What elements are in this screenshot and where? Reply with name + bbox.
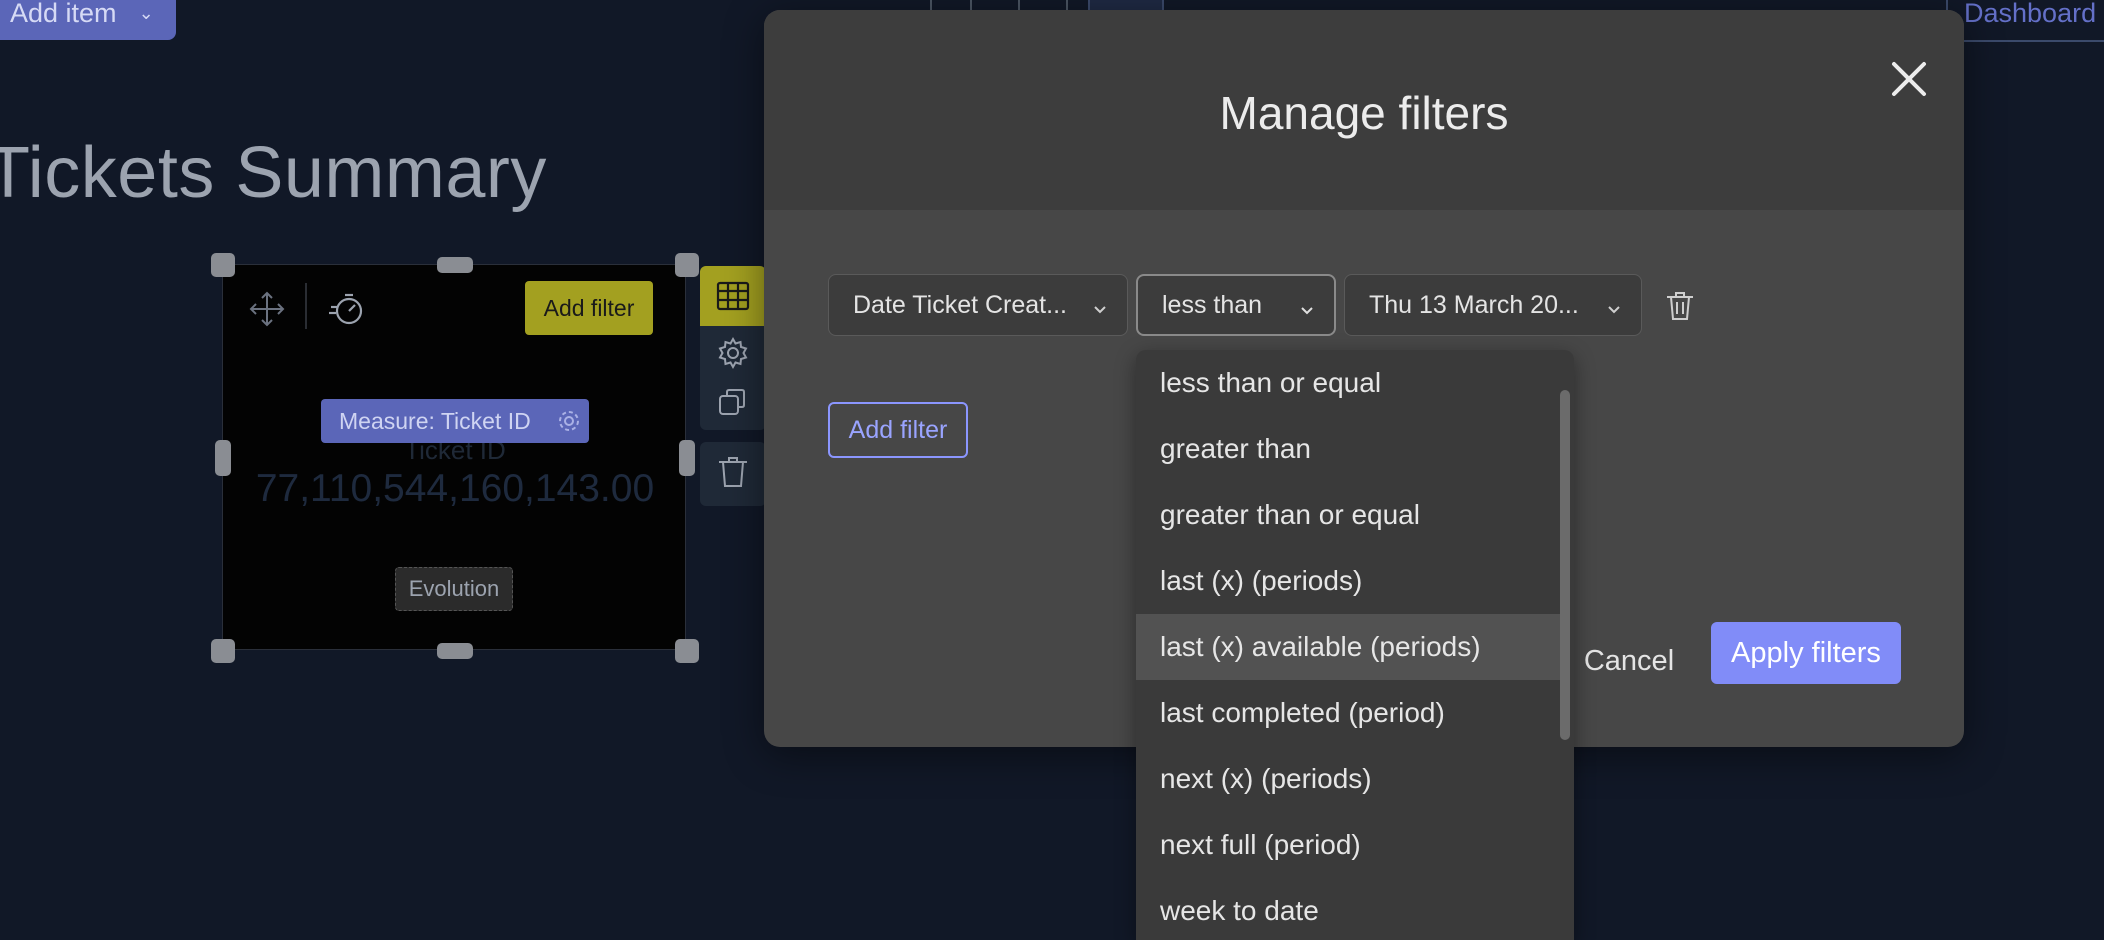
dropdown-option[interactable]: last completed (period)	[1136, 680, 1562, 746]
widget-add-filter-button[interactable]: Add filter	[525, 281, 653, 335]
dropdown-option[interactable]: greater than	[1136, 416, 1562, 482]
chevron-down-icon	[1605, 297, 1623, 315]
dropdown-option[interactable]: last (x) (periods)	[1136, 548, 1562, 614]
widget-delete-button[interactable]	[700, 442, 766, 506]
dropdown-option[interactable]: next (x) (periods)	[1136, 746, 1562, 812]
add-item-label: Add item	[10, 0, 117, 28]
modal-title: Manage filters	[1219, 87, 1509, 139]
widget-side-toolbar	[700, 266, 766, 430]
filter-operator-value: less than	[1162, 290, 1263, 319]
resize-handle[interactable]	[437, 257, 473, 273]
resize-handle[interactable]	[211, 253, 235, 277]
measure-badge[interactable]: Measure: Ticket ID	[321, 399, 589, 443]
toolbar-divider	[305, 283, 307, 329]
evolution-button[interactable]: Evolution	[395, 567, 513, 611]
operator-dropdown: less than or equal greater than greater …	[1136, 350, 1574, 940]
filter-operator-select[interactable]: less than	[1136, 274, 1336, 336]
close-icon[interactable]	[1884, 54, 1934, 104]
kpi-value: 77,110,544,160,143.00	[255, 467, 655, 510]
chevron-down-icon	[1298, 298, 1316, 316]
trash-icon[interactable]	[1664, 290, 1696, 322]
apply-filters-button[interactable]: Apply filters	[1711, 622, 1901, 684]
add-item-button[interactable]: Add item ⌄	[0, 0, 176, 40]
measure-label: Measure: Ticket ID	[339, 407, 531, 434]
move-icon[interactable]	[247, 289, 287, 329]
dropdown-option-hovered[interactable]: last (x) available (periods)	[1136, 614, 1562, 680]
gear-icon[interactable]	[700, 328, 766, 378]
dropdown-option[interactable]: week to date	[1136, 878, 1562, 940]
page-title: Tickets Summary	[0, 133, 547, 213]
resize-handle[interactable]	[679, 440, 695, 476]
resize-handle[interactable]	[675, 253, 699, 277]
stopwatch-icon[interactable]	[327, 289, 367, 329]
chevron-down-icon	[1091, 297, 1109, 315]
resize-handle[interactable]	[675, 639, 699, 663]
dashboard-link[interactable]: Dashboard	[1946, 0, 2104, 42]
dropdown-option[interactable]: next full (period)	[1136, 812, 1562, 878]
dropdown-scrollbar[interactable]	[1560, 390, 1570, 740]
resize-handle[interactable]	[215, 440, 231, 476]
add-filter-button[interactable]: Add filter	[828, 402, 968, 458]
gear-icon[interactable]	[555, 407, 583, 435]
resize-handle[interactable]	[437, 643, 473, 659]
chevron-down-icon: ⌄	[138, 2, 154, 23]
filter-value-select[interactable]: Thu 13 March 20...	[1344, 274, 1642, 336]
filter-value-text: Thu 13 March 20...	[1369, 290, 1579, 319]
resize-handle[interactable]	[211, 639, 235, 663]
kpi-widget[interactable]: Add filter Ticket ID Measure: Ticket ID …	[211, 253, 699, 663]
table-icon[interactable]	[700, 266, 766, 326]
copy-icon[interactable]	[700, 378, 766, 428]
dropdown-option[interactable]: greater than or equal	[1136, 482, 1562, 548]
filter-field-select[interactable]: Date Ticket Creat...	[828, 274, 1128, 336]
dropdown-option[interactable]: less than or equal	[1136, 350, 1562, 416]
trash-icon	[717, 455, 749, 494]
cancel-button[interactable]: Cancel	[1574, 630, 1684, 692]
filter-field-value: Date Ticket Creat...	[853, 290, 1067, 319]
